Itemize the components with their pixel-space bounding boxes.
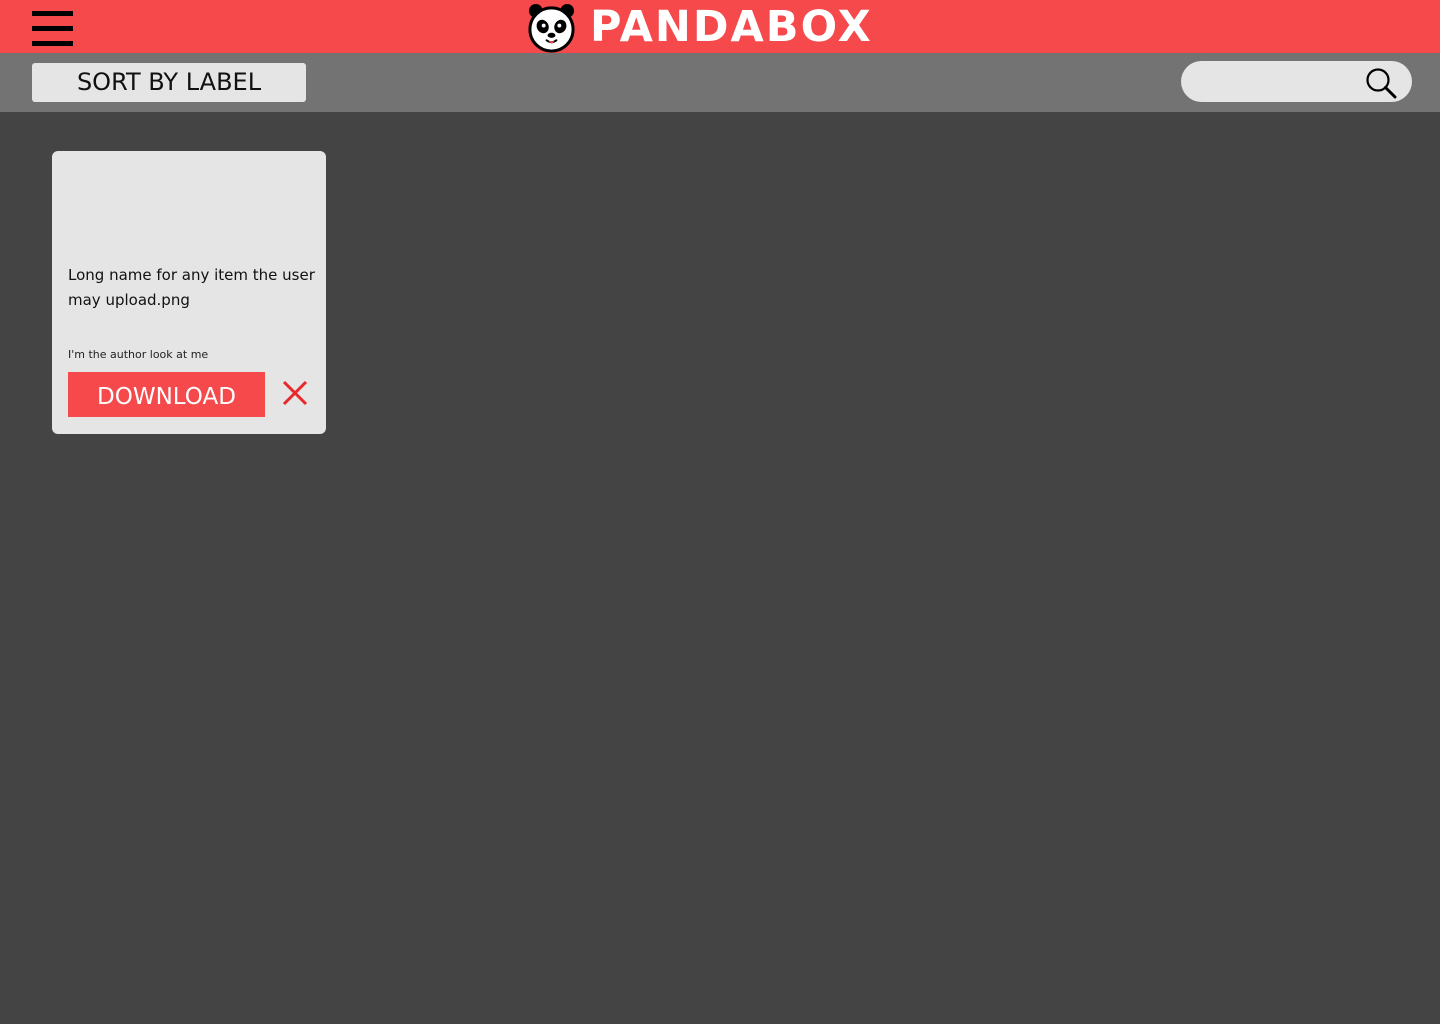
top-bar: PANDABOX xyxy=(0,0,1440,53)
brand-name: PANDABOX xyxy=(590,2,873,52)
panda-logo-icon xyxy=(528,3,575,53)
search-icon[interactable] xyxy=(1365,67,1397,99)
search-input[interactable] xyxy=(1195,61,1355,102)
file-preview xyxy=(52,151,326,256)
close-icon[interactable] xyxy=(281,379,309,407)
file-author: I'm the author look at me xyxy=(68,348,209,361)
hamburger-menu-icon[interactable] xyxy=(32,11,73,46)
search-box[interactable] xyxy=(1181,61,1412,102)
file-card[interactable]: Long name for any item the user may uplo… xyxy=(52,151,326,434)
sort-by-label-button[interactable]: SORT BY LABEL xyxy=(32,63,306,102)
file-name: Long name for any item the user may uplo… xyxy=(68,266,315,309)
download-button[interactable]: DOWNLOAD xyxy=(68,372,265,417)
brand[interactable]: PANDABOX xyxy=(526,2,873,53)
toolbar: SORT BY LABEL xyxy=(0,53,1440,112)
